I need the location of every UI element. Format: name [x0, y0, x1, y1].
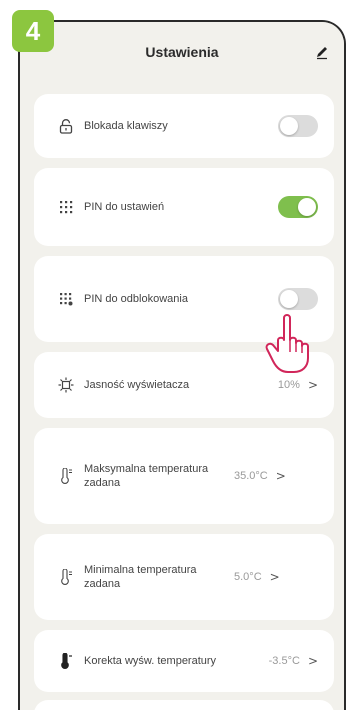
setting-keypad-lock: Blokada klawiszy: [34, 94, 334, 158]
keypad-grid-icon: [58, 199, 74, 215]
setting-label: Minimalna temperatura zadana: [84, 564, 197, 590]
unlock-pin-toggle[interactable]: [278, 288, 318, 310]
setting-value: 35.0°C: [234, 470, 268, 482]
setting-label: Jasność wyświetacza: [84, 379, 190, 391]
keypad-lock-toggle[interactable]: [278, 115, 318, 137]
chevron-right-icon: >: [269, 570, 280, 584]
settings-pin-toggle[interactable]: [278, 196, 318, 218]
setting-min-temp[interactable]: Minimalna temperatura zadana 5.0°C >: [34, 534, 334, 620]
brightness-icon: [58, 377, 74, 393]
hand-pointer-icon: [262, 312, 318, 376]
setting-value: 10%: [277, 379, 300, 391]
page-title: Ustawienia: [145, 44, 219, 60]
next-card-peek: [34, 700, 334, 710]
setting-max-temp[interactable]: Maksymalna temperatura zadana 35.0°C >: [34, 428, 334, 524]
setting-label: PIN do odblokowania: [84, 293, 188, 305]
keypad-dot-icon: [58, 291, 74, 307]
setting-value: -3.5°C: [268, 655, 300, 667]
chevron-right-icon: >: [307, 378, 318, 392]
setting-label: Korekta wyśw. temperatury: [84, 655, 217, 667]
lock-icon: [58, 118, 74, 134]
setting-temp-correction[interactable]: Korekta wyśw. temperatury -3.5°C >: [34, 630, 334, 692]
setting-label: Maksymalna temperatura zadana: [84, 463, 209, 489]
setting-label: Blokada klawiszy: [84, 120, 168, 132]
thermometer-correction-icon: [58, 653, 74, 669]
setting-settings-pin: PIN do ustawień: [34, 168, 334, 246]
thermometer-down-icon: [58, 569, 74, 585]
setting-label: PIN do ustawień: [84, 201, 165, 213]
thermometer-up-icon: [58, 468, 74, 484]
step-number-badge: 4: [12, 10, 54, 52]
header: Ustawienia: [20, 22, 344, 84]
chevron-right-icon: >: [307, 654, 318, 668]
chevron-right-icon: >: [275, 469, 286, 483]
pencil-icon[interactable]: [314, 44, 330, 60]
setting-value: 5.0°C: [234, 571, 262, 583]
